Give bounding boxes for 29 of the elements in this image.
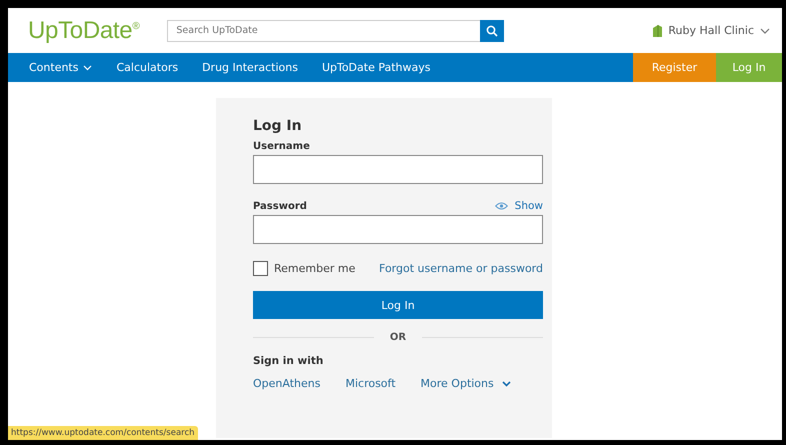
status-url: https://www.uptodate.com/contents/search xyxy=(8,426,198,440)
sign-in-with-label: Sign in with xyxy=(253,355,324,367)
login-button[interactable]: Log In xyxy=(716,53,782,82)
nav-link[interactable]: Calculators xyxy=(104,53,190,82)
show-password-link[interactable]: Show xyxy=(494,200,543,212)
or-divider-text: OR xyxy=(390,332,406,343)
submit-button[interactable]: Log In xyxy=(253,291,543,319)
provider-link[interactable]: Microsoft xyxy=(345,377,396,390)
search-button[interactable] xyxy=(480,20,504,42)
forgot-link[interactable]: Forgot username or password xyxy=(379,262,543,275)
provider-link[interactable]: More Options xyxy=(420,377,511,390)
password-field[interactable] xyxy=(253,215,543,244)
register-button[interactable]: Register xyxy=(633,53,716,82)
username-field[interactable] xyxy=(253,155,543,184)
building-icon xyxy=(653,24,662,36)
nav-link[interactable]: Drug Interactions xyxy=(190,53,310,82)
chevron-down-icon xyxy=(760,28,770,34)
field-label: Password xyxy=(253,200,307,212)
nav-link[interactable]: UpToDate Pathways xyxy=(310,53,442,82)
remember-checkbox[interactable]: Remember me xyxy=(253,261,356,276)
nav-link[interactable]: Contents xyxy=(8,53,104,82)
field-label: Username xyxy=(253,141,311,152)
form-title: Log In xyxy=(253,118,303,134)
institution-menu[interactable]: Ruby Hall Clinic xyxy=(653,24,770,37)
search-icon xyxy=(486,24,498,36)
eye-icon xyxy=(494,202,508,210)
search-field[interactable]: Search UpToDate xyxy=(167,20,480,42)
provider-link[interactable]: OpenAthens xyxy=(253,377,320,390)
logo-text[interactable]: UpToDate$^{®}$ xyxy=(28,16,140,44)
